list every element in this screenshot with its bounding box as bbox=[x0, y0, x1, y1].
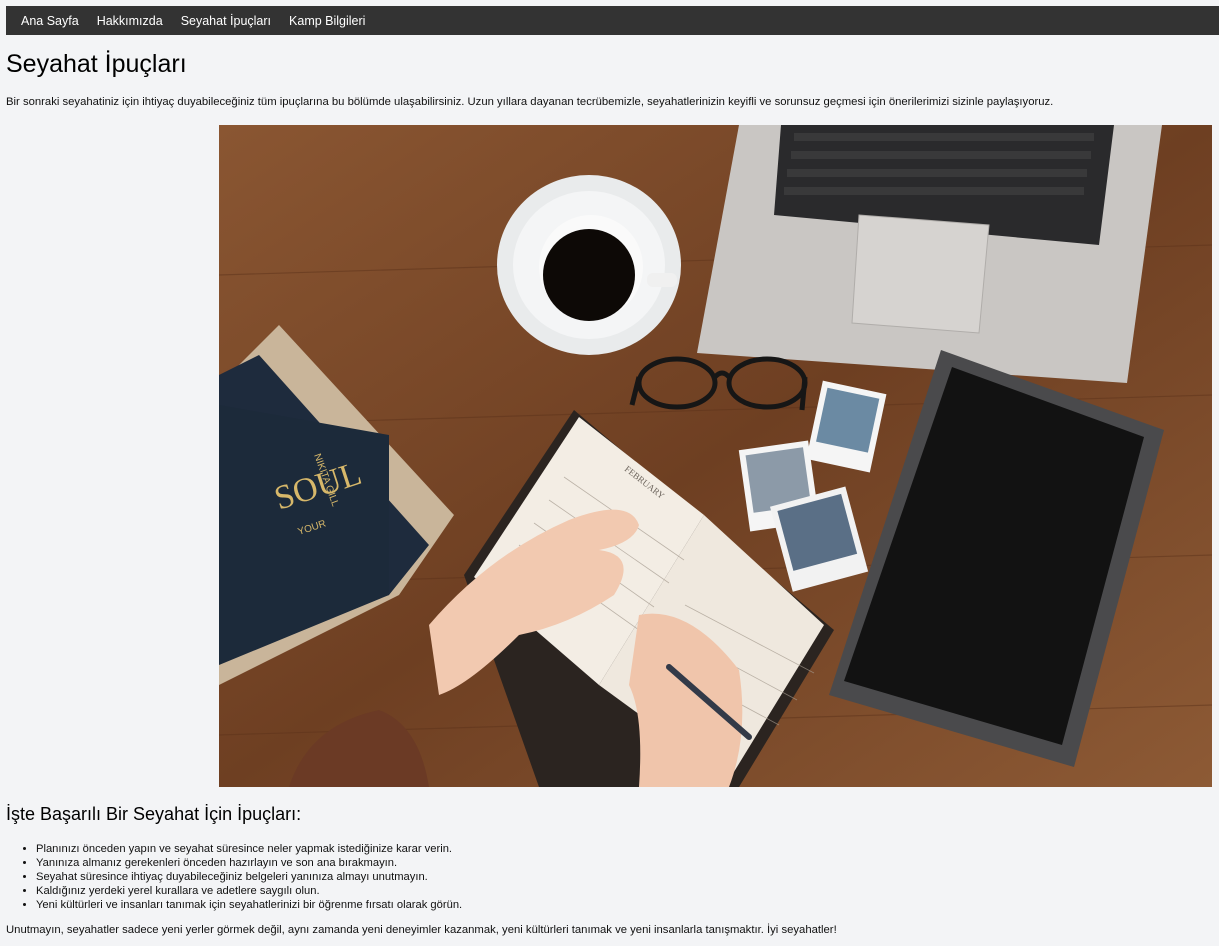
nav-link-camping[interactable]: Kamp Bilgileri bbox=[289, 14, 365, 28]
laptop bbox=[697, 125, 1162, 383]
nav-link-home[interactable]: Ana Sayfa bbox=[21, 14, 79, 28]
list-item: Yanınıza almanız gerekenleri önceden haz… bbox=[36, 856, 462, 870]
nav-link-about[interactable]: Hakkımızda bbox=[97, 14, 163, 28]
list-item: Yeni kültürleri ve insanları tanımak içi… bbox=[36, 898, 462, 912]
tips-list: Planınızı önceden yapın ve seyahat süres… bbox=[6, 842, 462, 912]
list-item: Planınızı önceden yapın ve seyahat süres… bbox=[36, 842, 462, 856]
page-title: Seyahat İpuçları bbox=[6, 50, 187, 78]
hero-image: SOUL YOUR NIKITA GILL FEBRUARY bbox=[219, 125, 1212, 787]
list-item: Seyahat süresince ihtiyaç duyabileceğini… bbox=[36, 870, 462, 884]
nav-link-travel-tips[interactable]: Seyahat İpuçları bbox=[181, 14, 271, 28]
desk-photo-illustration: SOUL YOUR NIKITA GILL FEBRUARY bbox=[219, 125, 1212, 787]
coffee-cup bbox=[497, 175, 681, 355]
intro-paragraph: Bir sonraki seyahatiniz için ihtiyaç duy… bbox=[6, 96, 1054, 108]
top-navbar: Ana Sayfa Hakkımızda Seyahat İpuçları Ka… bbox=[6, 6, 1219, 35]
tips-heading: İşte Başarılı Bir Seyahat İçin İpuçları: bbox=[6, 804, 302, 824]
list-item: Kaldığınız yerdeki yerel kurallara ve ad… bbox=[36, 884, 462, 898]
closing-paragraph: Unutmayın, seyahatler sadece yeni yerler… bbox=[6, 924, 837, 936]
